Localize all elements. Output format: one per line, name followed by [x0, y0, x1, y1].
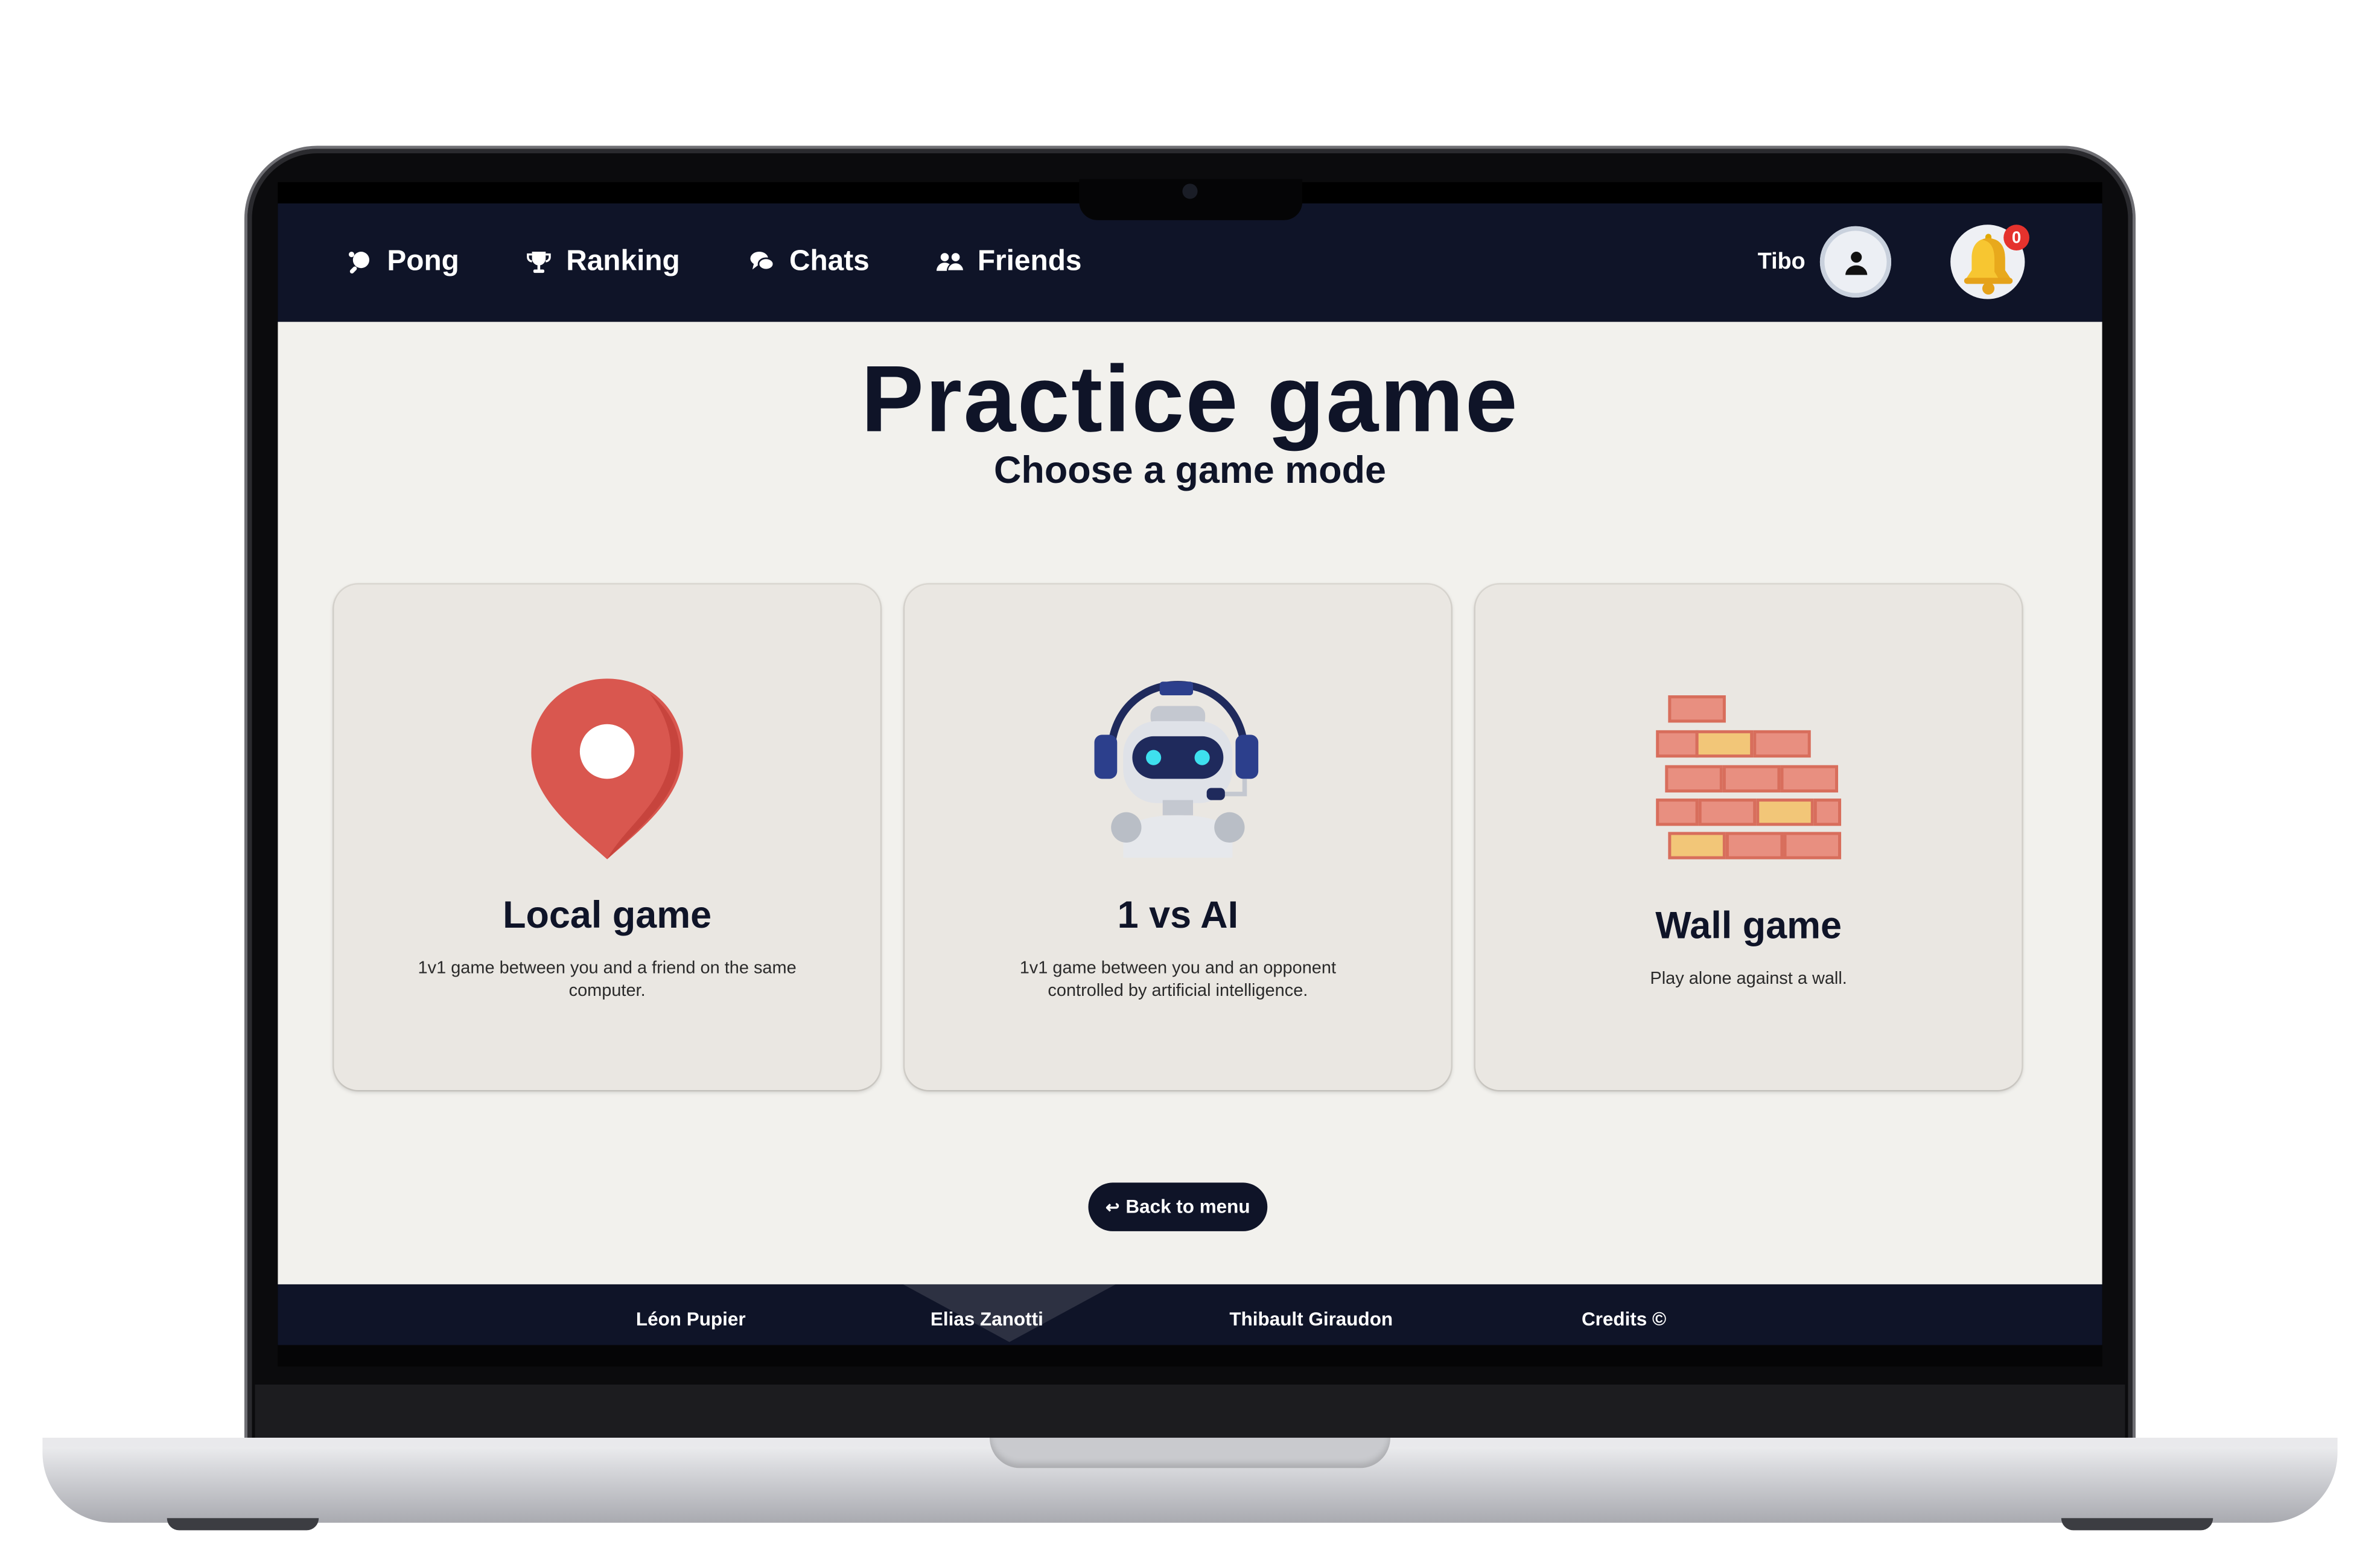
- people-icon: [936, 253, 964, 272]
- brick-wall-icon: [1656, 695, 1842, 859]
- trophy-icon: [527, 252, 551, 273]
- nav-item-ranking[interactable]: Ranking: [525, 240, 680, 285]
- user-avatar[interactable]: [1819, 226, 1892, 298]
- card-title: Local game: [503, 894, 712, 937]
- nav-item-friends[interactable]: Friends: [936, 240, 1082, 285]
- robot-icon: [1094, 681, 1259, 858]
- card-icon: [1475, 694, 2022, 864]
- card-description: Play alone against a wall.: [1650, 970, 1847, 989]
- back-to-menu-button[interactable]: ↩ Back to menu: [1088, 1182, 1268, 1231]
- notification-count-badge: 0: [2003, 225, 2029, 251]
- camera-icon: [1182, 183, 1198, 199]
- return-arrow-icon: ↩: [1106, 1198, 1120, 1217]
- nav-item-label: Friends: [977, 246, 1082, 278]
- credit-link[interactable]: Thibault Giraudon: [1229, 1309, 1393, 1330]
- camera-notch: [1079, 179, 1303, 220]
- user-name[interactable]: Tibo: [1758, 249, 1806, 275]
- card-title: Wall game: [1655, 905, 1842, 948]
- laptop-foot-left: [167, 1518, 319, 1531]
- footer: Léon Pupier Elias Zanotti Thibault Girau…: [278, 1284, 2102, 1345]
- nav-item-label: Chats: [789, 246, 870, 278]
- chat-bubbles-icon: [750, 252, 775, 271]
- nav-item-pong[interactable]: Pong: [346, 240, 459, 285]
- page-title: Practice game: [861, 348, 1519, 453]
- page-subtitle: Choose a game mode: [994, 449, 1386, 492]
- map-pin-icon: [531, 678, 683, 859]
- top-navbar: Pong Ranking Chats Friends Tibo 0: [278, 203, 2102, 322]
- screen: Pong Ranking Chats Friends Tibo 0 Practi…: [278, 182, 2102, 1366]
- credit-link[interactable]: Elias Zanotti: [931, 1309, 1043, 1330]
- game-mode-card-ai[interactable]: 1 vs AI 1v1 game between you and an oppo…: [905, 584, 1451, 1090]
- card-description: 1v1 game between you and a friend on the…: [418, 959, 797, 1001]
- user-icon: [1844, 250, 1867, 275]
- credit-link[interactable]: Léon Pupier: [636, 1309, 746, 1330]
- nav-item-label: Ranking: [566, 246, 680, 278]
- main-content: Practice game Choose a game mode Local g…: [278, 322, 2102, 1284]
- nav-item-label: Pong: [387, 246, 459, 278]
- laptop-foot-right: [2061, 1518, 2213, 1531]
- back-to-menu-label: Back to menu: [1125, 1196, 1250, 1218]
- screen-bottom-bezel: [278, 1345, 2102, 1366]
- game-mode-card-local[interactable]: Local game 1v1 game between you and a fr…: [334, 584, 880, 1090]
- ping-pong-icon: [349, 252, 369, 274]
- card-icon: [334, 675, 880, 861]
- game-mode-card-wall[interactable]: Wall game Play alone against a wall.: [1475, 584, 2022, 1090]
- card-title: 1 vs AI: [1117, 894, 1239, 937]
- card-description: 1v1 game between you and an opponent con…: [1019, 959, 1337, 1001]
- nav-item-chats[interactable]: Chats: [748, 240, 870, 285]
- credits-link[interactable]: Credits ©: [1582, 1309, 1666, 1330]
- laptop-mockup: Pong Ranking Chats Friends Tibo 0 Practi…: [0, 0, 2380, 1556]
- card-icon: [905, 678, 1451, 858]
- laptop-chin: [255, 1384, 2125, 1440]
- laptop-opening-groove: [989, 1437, 1391, 1468]
